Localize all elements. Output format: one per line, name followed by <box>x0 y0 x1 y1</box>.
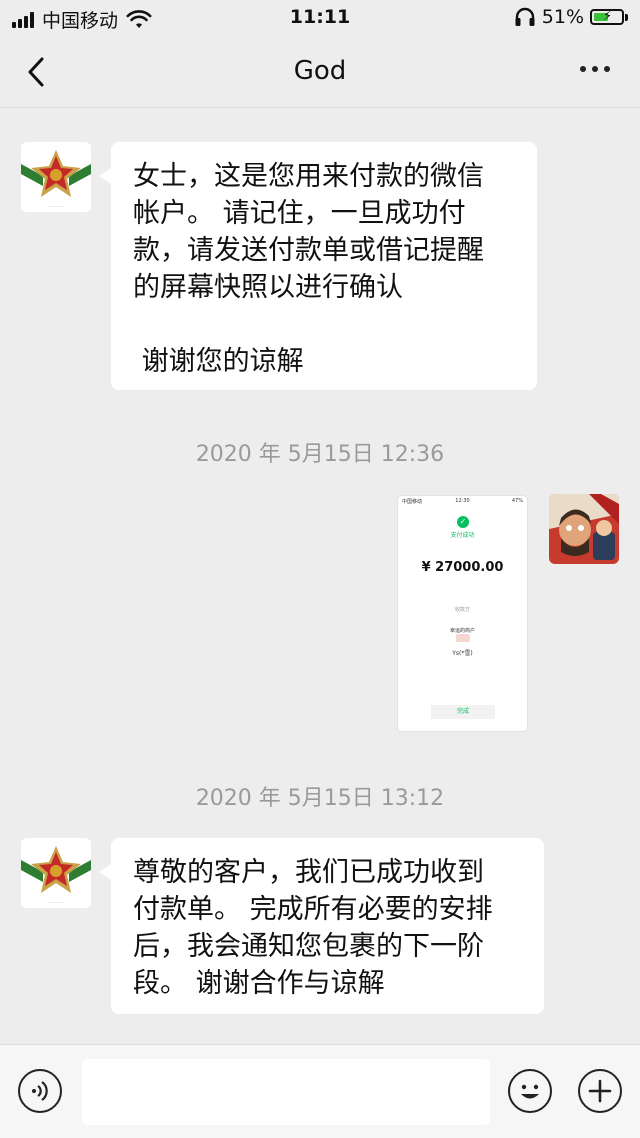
status-bar: 中国移动 11:11 51% ⚡ <box>0 0 640 36</box>
thumb-time: 12:30 <box>455 498 470 504</box>
emblem-icon: ············ <box>21 838 91 908</box>
status-right: 51% ⚡ <box>514 6 628 28</box>
voice-icon[interactable] <box>18 1069 62 1113</box>
message-bubble-received-2: 尊敬的客户，我们已成功收到 付款单。 完成所有必要的安排 后，我会通知您包裹的下… <box>99 838 544 1014</box>
thumb-amount: ¥ 27000.00 <box>421 560 504 575</box>
thumb-payee-label: 收款方 <box>454 607 470 613</box>
emblem-avatar[interactable]: ············ <box>21 142 91 212</box>
message-input[interactable] <box>82 1059 490 1125</box>
emblem-icon: ············ <box>21 142 91 212</box>
thumb-payer: Ys(*雪) <box>452 650 473 657</box>
plus-icon[interactable] <box>578 1069 622 1113</box>
input-bar <box>0 1044 640 1138</box>
plus-cross-icon <box>588 1079 612 1103</box>
battery-charging-icon: ⚡ <box>590 9 624 25</box>
smile-face-icon <box>521 1084 539 1099</box>
chat-title: God <box>293 56 347 86</box>
battery-percent: 51% <box>541 6 584 28</box>
message-bubble-received-1: 女士，这是您用来付款的微信 帐户。 请记住，一旦成功付 款，请发送付款单或借记提… <box>99 142 537 390</box>
thumb-avatar <box>456 634 470 642</box>
more-dots-icon[interactable] <box>580 66 610 72</box>
thumb-done-button: 完成 <box>431 705 495 719</box>
thumb-success-text: 支付成功 <box>450 532 475 539</box>
svg-text:············: ············ <box>48 900 63 905</box>
cartoon-icon <box>549 494 619 564</box>
svg-text:············: ············ <box>48 204 63 209</box>
emoji-icon[interactable] <box>508 1069 552 1113</box>
thumb-battery: 47% <box>511 498 523 504</box>
battery-tip <box>625 13 628 21</box>
timestamp-2: 2020 年 5月15日 13:12 <box>195 786 445 811</box>
thumb-status-bar: 中国移动 12:30 47% <box>398 496 527 506</box>
headphones-icon <box>515 7 535 26</box>
cartoon-avatar[interactable] <box>549 494 619 564</box>
timestamp-1: 2020 年 5月15日 12:36 <box>195 442 445 467</box>
checkmark-icon: ✓ <box>457 516 469 528</box>
thumb-merchant: 幸运的商户 <box>449 628 475 634</box>
payment-screenshot-image[interactable]: 中国移动 12:30 47% ✓ 支付成功 ¥ 27000.00 收款方 幸运的… <box>397 495 528 732</box>
chat-header: God <box>0 36 640 108</box>
voice-waves-icon <box>32 1081 48 1101</box>
emblem-avatar[interactable]: ············ <box>21 838 91 908</box>
